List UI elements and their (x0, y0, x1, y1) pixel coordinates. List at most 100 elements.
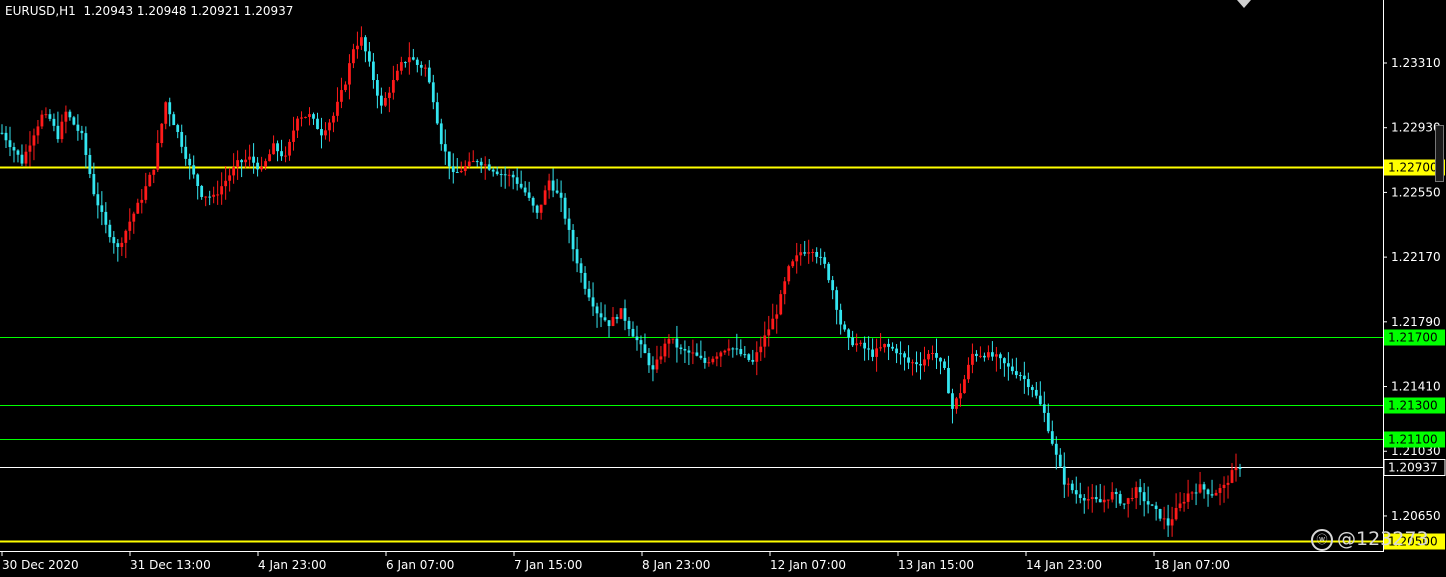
candle-body (443, 144, 447, 152)
candle-body (823, 257, 827, 264)
candle-body (851, 337, 855, 346)
candle-body (951, 393, 954, 409)
candle-body (1006, 363, 1010, 367)
candle-body (379, 95, 383, 106)
time-tick-label: 7 Jan 15:00 (514, 558, 582, 572)
candle-body (947, 367, 950, 394)
candle-body (491, 169, 495, 172)
candle-body (252, 156, 255, 163)
candle-body (963, 379, 966, 394)
candle-body (248, 156, 251, 160)
candle-body (1086, 499, 1090, 501)
candle-body (667, 338, 671, 344)
candle-body (495, 171, 499, 175)
candle-body (847, 329, 851, 338)
candle-body (683, 349, 687, 351)
candle-body (8, 140, 12, 148)
price-scale-thumb[interactable] (1435, 125, 1444, 182)
candle-body (703, 357, 707, 363)
candle-body (152, 169, 156, 175)
candle-body (567, 218, 571, 230)
candle-body (599, 313, 603, 318)
candle-body (375, 80, 379, 96)
candle-body (176, 125, 180, 132)
candle-body (411, 57, 415, 60)
candle-body (1234, 467, 1238, 471)
candle-body (767, 329, 771, 336)
candle-body (72, 117, 76, 125)
candle-body (471, 161, 475, 163)
candle-body (671, 338, 675, 340)
candle-body (28, 145, 32, 152)
candle-body (352, 49, 355, 64)
candle-body (192, 165, 196, 175)
candle-body (927, 353, 930, 360)
candle-body (519, 183, 523, 188)
candle-body (1050, 431, 1054, 444)
candle-body (699, 355, 703, 358)
candle-body (967, 364, 970, 380)
candle-body (739, 349, 743, 355)
candle-body (707, 362, 711, 364)
candle-body (244, 159, 248, 163)
candle-body (871, 349, 874, 357)
candle-body (84, 133, 88, 155)
candle-body (551, 180, 555, 191)
candle-body (439, 123, 443, 145)
candle-body (415, 59, 419, 65)
candle-body (276, 143, 279, 152)
candle-body (1222, 484, 1226, 489)
candle-body (543, 190, 547, 205)
candle-body (643, 344, 647, 354)
candle-body (168, 102, 172, 115)
time-tick-label: 14 Jan 23:00 (1026, 558, 1102, 572)
candle-body (1214, 492, 1218, 496)
candle-body (340, 90, 343, 102)
candle-body (240, 160, 244, 163)
time-tick-label: 6 Jan 07:00 (386, 558, 454, 572)
candle-body (1226, 482, 1230, 485)
price-tick-label: 1.20650 (1391, 509, 1441, 523)
candle-body (1070, 483, 1074, 491)
candle-body (983, 355, 986, 358)
candle-body (1102, 499, 1106, 503)
level-3-tag-label: 1.21100 (1388, 433, 1438, 447)
candle-body (1090, 497, 1094, 500)
candle-body (691, 352, 695, 354)
level-labels: 1.227001.217001.213001.211001.205001.209… (1383, 159, 1446, 550)
candle-body (1198, 484, 1202, 493)
candle-body (1230, 470, 1234, 483)
candle-body (112, 237, 116, 244)
chart-shift-marker[interactable] (1237, 0, 1251, 8)
candle-body (915, 362, 918, 365)
candle-body (663, 343, 667, 357)
ohlc-readout: 1.20943 1.20948 1.20921 1.20937 (83, 4, 294, 18)
candle-body (1238, 467, 1242, 469)
candle-body (348, 63, 351, 85)
candle-body (88, 154, 92, 175)
candle-body (44, 114, 48, 116)
candle-body (535, 205, 539, 213)
candle-body (1194, 492, 1198, 494)
candle-body (136, 202, 140, 214)
candle-body (216, 194, 220, 196)
candle-body (395, 70, 399, 81)
candle-body (76, 124, 80, 131)
candle-body (324, 130, 327, 136)
candle-body (991, 352, 994, 357)
candle-body (383, 98, 387, 106)
candle-body (455, 172, 459, 174)
candle-body (955, 398, 958, 409)
candle-body (1074, 490, 1078, 495)
candle-body (236, 160, 240, 168)
candle-body (92, 174, 96, 195)
candle-body (332, 115, 335, 123)
candle-body (715, 356, 719, 359)
time-tick-label: 18 Jan 07:00 (1154, 558, 1230, 572)
candle-body (651, 365, 655, 370)
candle-body (1078, 494, 1082, 498)
price-chart[interactable]: 1.23310 1.22930 1.22550 1.22170 1.21790 1.214… (0, 0, 1446, 577)
candle-body (815, 251, 819, 257)
candle-body (891, 346, 894, 349)
candle-body (539, 204, 543, 213)
